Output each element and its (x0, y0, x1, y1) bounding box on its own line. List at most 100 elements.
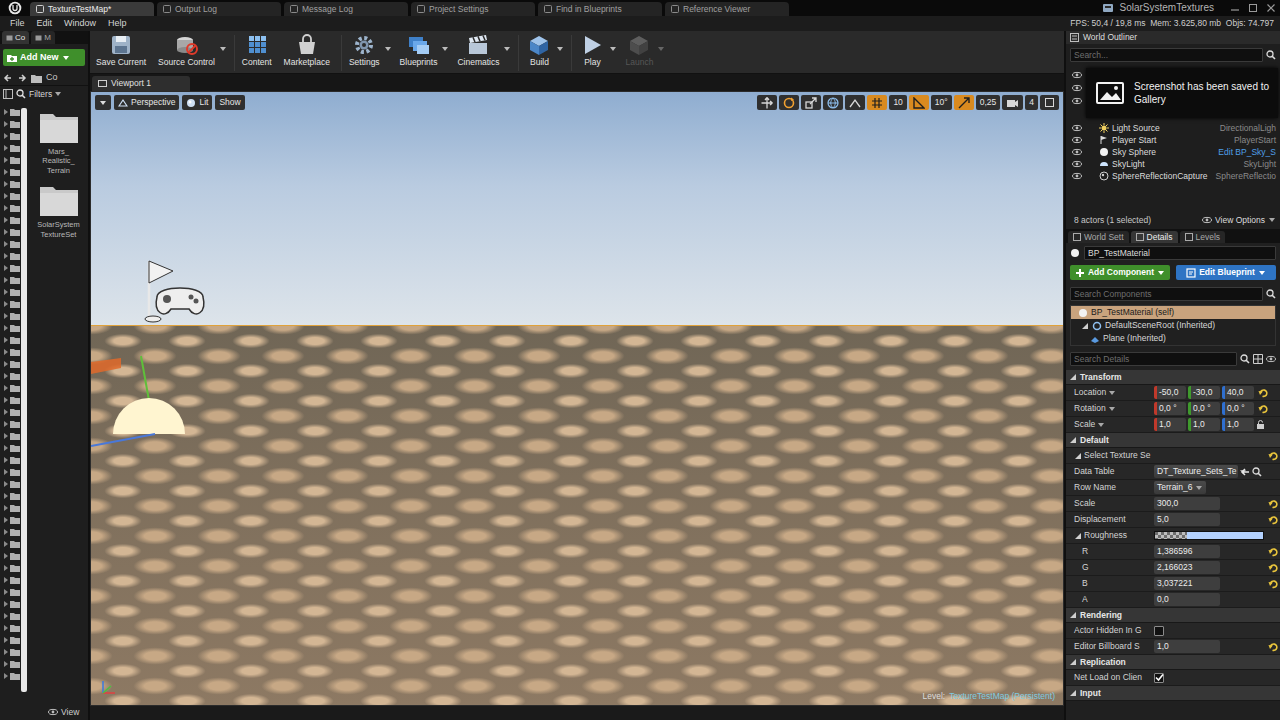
document-tab[interactable]: Find in Blueprints (538, 2, 662, 16)
show-button[interactable]: Show (215, 95, 244, 110)
reset-to-default-button[interactable] (1268, 451, 1278, 461)
document-tab[interactable]: TextureTestMap* (30, 2, 154, 16)
toolbar-dropdown[interactable] (219, 33, 231, 53)
add-new-button[interactable]: Add New (3, 49, 85, 66)
edit-blueprint-button[interactable]: Edit Blueprint (1176, 265, 1276, 280)
reset-to-default-button[interactable] (1268, 515, 1278, 525)
toolbar-dropdown[interactable] (384, 33, 396, 53)
folder-tree-row[interactable] (3, 408, 20, 416)
outliner-row[interactable]: SkyLightSkyLight (1066, 158, 1280, 170)
folder-tree-row[interactable] (3, 144, 20, 152)
menu-item[interactable]: File (4, 18, 31, 29)
folder-tree-row[interactable] (3, 672, 20, 680)
vector-component-field[interactable]: 0,0 ° (1188, 402, 1220, 414)
folder-tree-row[interactable] (3, 108, 20, 116)
panel-tab[interactable]: Levels (1180, 231, 1226, 243)
outliner-search-field[interactable] (1070, 48, 1263, 62)
number-field[interactable]: 0,0 (1154, 593, 1220, 605)
vector-component-field[interactable]: 0,0 ° (1154, 402, 1186, 414)
actor-transform-gizmo[interactable] (91, 354, 187, 450)
component-row[interactable]: Plane (Inherited) (1071, 332, 1275, 345)
vector-component-field[interactable]: 40,0 (1222, 386, 1254, 398)
folder-tree-row[interactable] (3, 660, 20, 668)
reset-to-default-button[interactable] (1268, 467, 1278, 477)
reset-to-default-button[interactable] (1268, 626, 1278, 636)
edit-blueprint-link[interactable]: Edit BP_Sky_S (1218, 147, 1276, 157)
number-field[interactable]: 3,037221 (1154, 577, 1220, 589)
viewport-tab[interactable]: Viewport 1 (92, 76, 190, 91)
maximize-viewport-button[interactable] (1040, 95, 1059, 110)
browse-button[interactable] (1252, 467, 1262, 477)
folder-tree-row[interactable] (3, 348, 20, 356)
visibility-toggle[interactable] (1072, 148, 1082, 156)
folder-tile[interactable]: Mars_ Realistic_ Terrain (35, 110, 83, 175)
camera-speed-value[interactable]: 4 (1025, 95, 1038, 110)
folder-tree-row[interactable] (3, 384, 20, 392)
snap-toggle[interactable] (867, 95, 887, 110)
snap-value[interactable]: 10 (889, 95, 906, 110)
back-button[interactable] (3, 73, 13, 83)
folder-tree-row[interactable] (3, 444, 20, 452)
folder-tree-row[interactable] (3, 276, 20, 284)
toolbar-dropdown[interactable] (657, 33, 669, 53)
snap-toggle[interactable] (909, 95, 929, 110)
folder-tree-row[interactable] (3, 336, 20, 344)
document-tab[interactable]: Reference Viewer (665, 2, 789, 16)
coordinate-space-button[interactable] (823, 95, 843, 110)
maximize-button[interactable] (1248, 3, 1258, 13)
panel-tab[interactable]: Co (2, 31, 29, 44)
toolbar-dropdown[interactable] (503, 33, 515, 53)
folder-tree-row[interactable] (3, 624, 20, 632)
category-header[interactable]: Input (1066, 686, 1280, 701)
close-button[interactable] (1266, 3, 1276, 13)
minimize-button[interactable] (1230, 3, 1240, 13)
component-row[interactable]: DefaultSceneRoot (Inherited) (1071, 319, 1275, 332)
folder-tree-row[interactable] (3, 552, 20, 560)
reset-to-default-button[interactable] (1268, 595, 1278, 605)
visibility-filter-button[interactable] (1266, 355, 1276, 363)
toolbar-button[interactable]: Play (575, 33, 609, 68)
outliner-row[interactable]: SphereReflectionCaptureSphereReflectio (1066, 170, 1280, 182)
folder-tree-row[interactable] (3, 360, 20, 368)
document-tab[interactable]: Message Log (284, 2, 408, 16)
folder-tree-row[interactable] (3, 288, 20, 296)
reset-to-default-button[interactable] (1258, 388, 1268, 398)
category-header[interactable]: Transform (1066, 370, 1280, 385)
view-mode-button[interactable]: Lit (182, 95, 212, 110)
folder-tree-row[interactable] (3, 588, 20, 596)
checkbox[interactable] (1154, 673, 1164, 683)
row-name-combo[interactable]: Terrain_6 (1154, 481, 1206, 493)
panel-tab[interactable]: Details (1131, 231, 1178, 243)
snap-toggle[interactable] (954, 95, 974, 110)
folder-tree-row[interactable] (3, 600, 20, 608)
toolbar-button[interactable]: Blueprints (396, 33, 442, 68)
color-swatch[interactable] (1154, 531, 1264, 540)
folder-tree-row[interactable] (3, 504, 20, 512)
folder-tree-row[interactable] (3, 216, 20, 224)
folder-tree-row[interactable] (3, 240, 20, 248)
folder-tree-row[interactable] (3, 636, 20, 644)
number-field[interactable]: 2,166023 (1154, 561, 1220, 573)
toolbar-dropdown[interactable] (609, 33, 621, 53)
toolbar-dropdown[interactable] (334, 33, 338, 45)
toolbar-button[interactable]: Build (522, 33, 556, 68)
reset-to-default-button[interactable] (1269, 420, 1279, 430)
vector-component-field[interactable]: -50,0 (1154, 386, 1186, 398)
vector-component-field[interactable]: 1,0 (1154, 418, 1186, 430)
number-field[interactable]: 5,0 (1154, 513, 1220, 525)
component-search-field[interactable] (1070, 287, 1263, 301)
number-field[interactable]: 1,0 (1154, 640, 1220, 652)
folder-tree-row[interactable] (3, 492, 20, 500)
folder-tree-row[interactable] (3, 168, 20, 176)
folder-tree-row[interactable] (3, 204, 20, 212)
use-selected-button[interactable] (1240, 467, 1250, 477)
camera-speed-button[interactable] (1002, 95, 1023, 110)
folder-tree-row[interactable] (3, 312, 20, 320)
visibility-toggle[interactable] (1072, 124, 1082, 132)
panel-tab[interactable]: M (31, 31, 55, 44)
category-header[interactable]: Replication (1066, 655, 1280, 670)
menu-item[interactable]: Help (102, 18, 133, 29)
lock-ratio-toggle[interactable] (1256, 420, 1265, 430)
visibility-toggle[interactable] (1072, 172, 1082, 180)
document-tab[interactable]: Output Log (157, 2, 281, 16)
